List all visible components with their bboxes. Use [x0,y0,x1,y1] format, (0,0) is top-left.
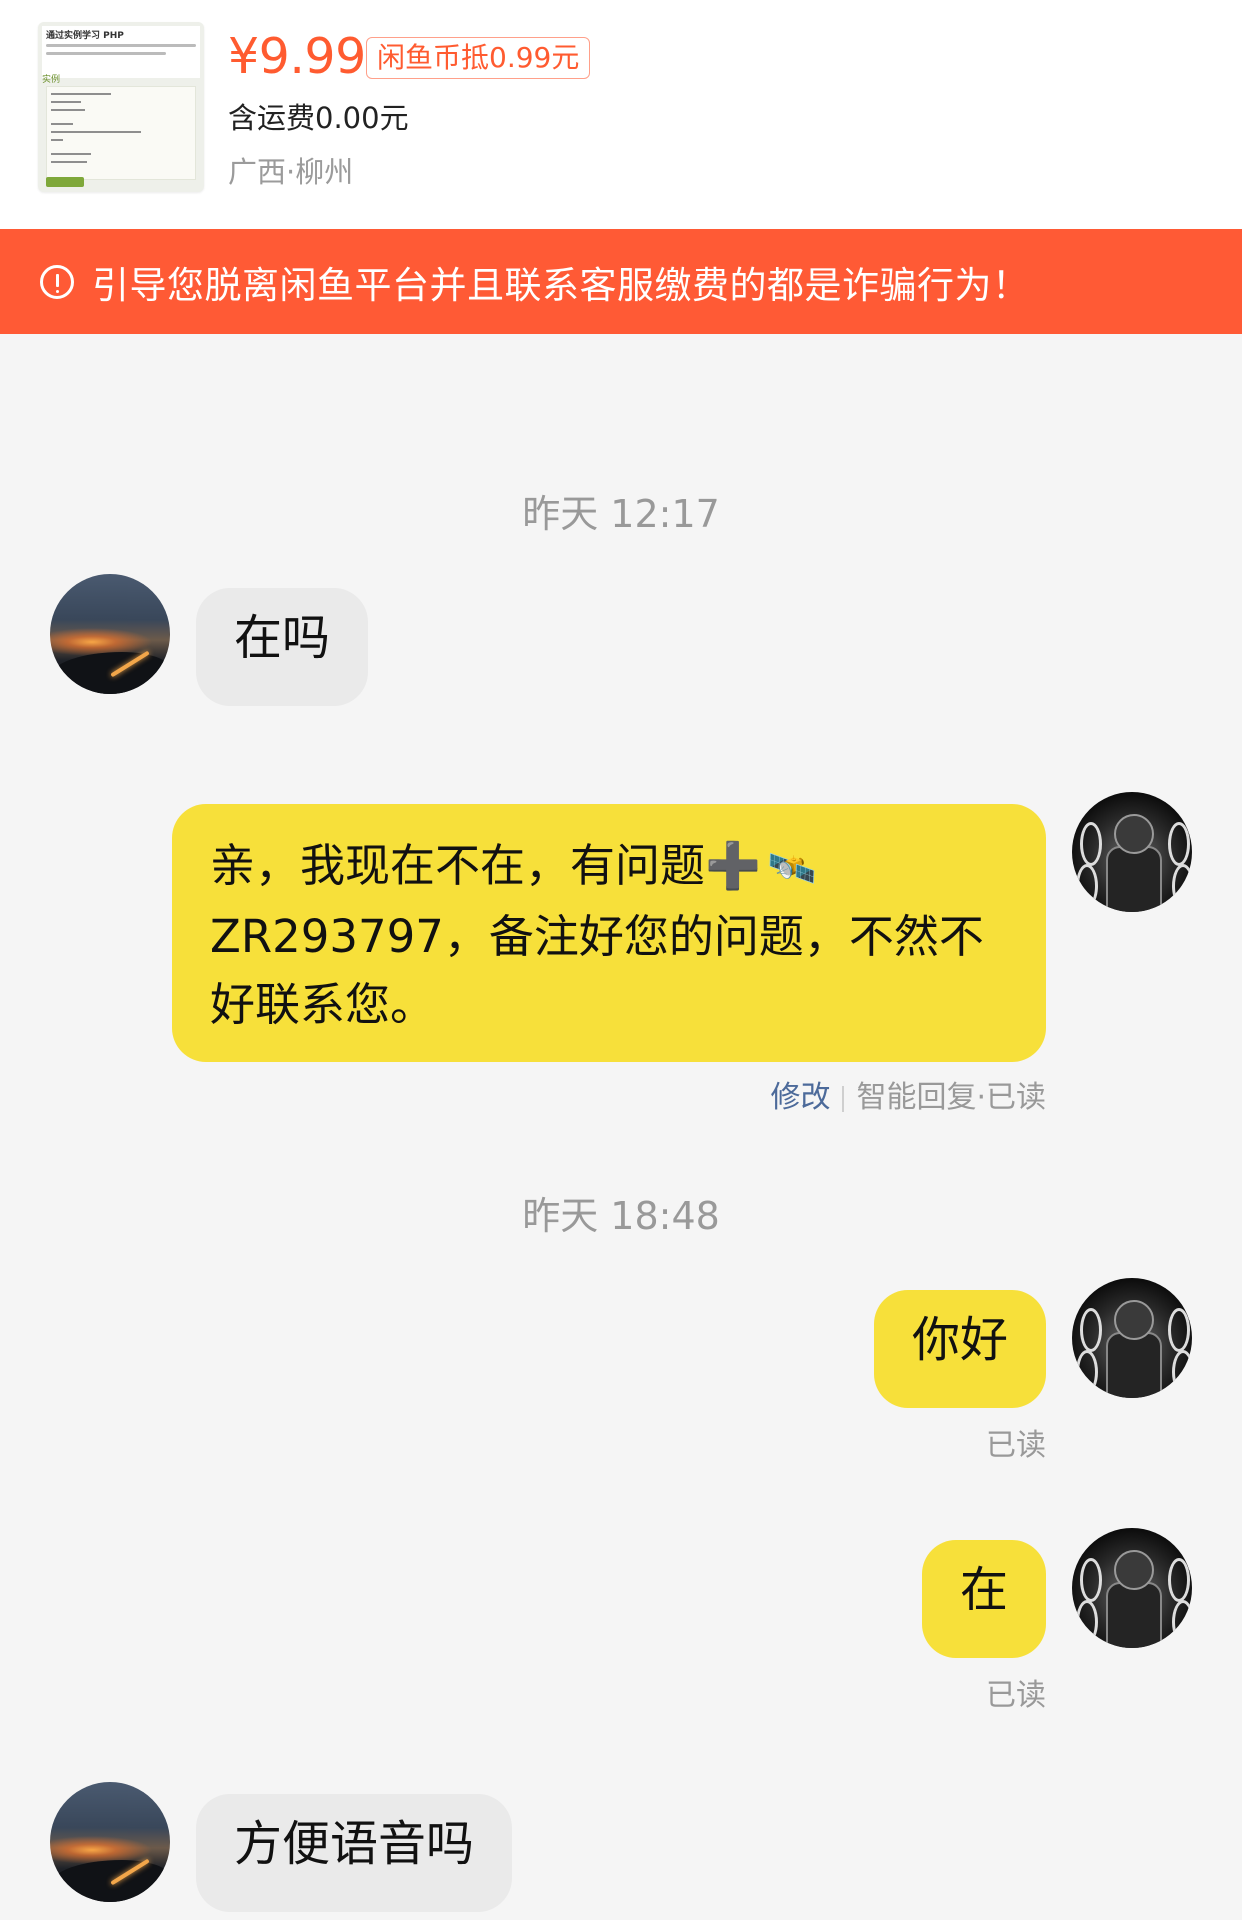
seller-location: 广西·柳州 [228,155,354,189]
contact-avatar[interactable] [50,1782,170,1902]
product-thumbnail[interactable]: 通过实例学习 PHP 实例 [38,22,204,192]
user-avatar[interactable] [1072,1528,1192,1648]
thumbnail-code-block [46,86,196,180]
warning-text: 引导您脱离闲鱼平台并且联系客服缴费的都是诈骗行为！ [92,263,1030,307]
message-timestamp: 昨天 12:17 [522,492,720,536]
message-text: 方便语音吗 [234,1816,475,1872]
message-bubble-outgoing[interactable]: 在 [921,1540,1046,1658]
user-avatar[interactable] [1072,792,1192,912]
message-text: 在 [959,1562,1008,1618]
product-card[interactable]: 通过实例学习 PHP 实例 ¥9.99 闲鱼币抵0.99元 含运费0.00元 广… [0,0,1242,229]
thumbnail-text-line [46,44,196,47]
message-text: ZR293797，备注好您的问题，不然不好联系您。 [210,910,984,1031]
message-bubble-outgoing[interactable]: 亲，我现在不在，有问题➕ 🛰️ ZR293797，备注好您的问题，不然不好联系您。 [172,804,1046,1062]
thumbnail-tab: 实例 [42,75,61,85]
message-bubble-outgoing[interactable]: 你好 [873,1290,1046,1408]
satellite-icon: 🛰️ [767,846,817,892]
plus-icon: ➕ [705,839,762,892]
edit-link[interactable]: 修改 [770,1080,830,1115]
user-avatar[interactable] [1072,1278,1192,1398]
message-text: 你好 [911,1312,1008,1368]
contact-avatar[interactable] [50,574,170,694]
shipping-fee: 含运费0.00元 [228,101,409,135]
message-bubble-incoming[interactable]: 方便语音吗 [196,1794,513,1912]
read-status: 智能回复·已读 [856,1080,1046,1115]
read-status: 已读 [986,1678,1046,1713]
read-status: 已读 [986,1428,1046,1463]
thumbnail-button [46,177,84,187]
thumbnail-text-line [46,52,166,55]
thumbnail-title: 通过实例学习 PHP [46,31,124,41]
coin-discount-badge: 闲鱼币抵0.99元 [366,37,591,79]
thumbnail-header: 通过实例学习 PHP [42,26,200,78]
anti-fraud-warning-banner: 引导您脱离闲鱼平台并且联系客服缴费的都是诈骗行为！ [0,229,1242,334]
message-timestamp: 昨天 18:48 [522,1194,720,1238]
message-text: 在吗 [234,610,331,666]
product-price: ¥9.99 [228,28,366,85]
message-status: 修改 智能回复·已读 [770,1078,1046,1118]
exclamation-circle-icon [40,264,74,299]
message-bubble-incoming[interactable]: 在吗 [196,588,369,706]
divider [842,1085,845,1112]
message-text: 亲，我现在不在，有问题 [210,839,706,892]
